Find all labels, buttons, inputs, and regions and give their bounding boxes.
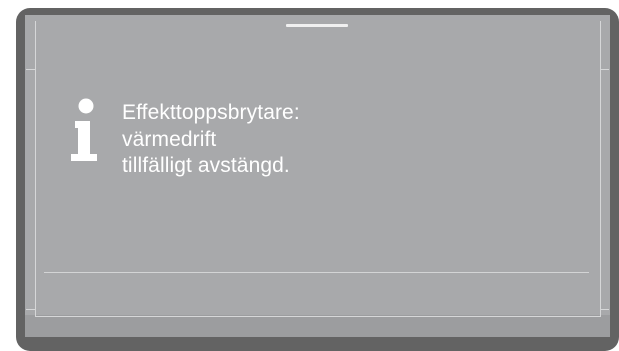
info-icon — [66, 98, 106, 164]
display-screen: Effekttoppsbrytare: värmedrift tillfälli… — [25, 15, 610, 337]
frame-right-line — [600, 21, 601, 317]
frame-tick-bottom-right — [600, 309, 609, 310]
message-line-3: tillfälligt avstängd. — [122, 154, 290, 177]
dialog-message: Effekttoppsbrytare: värmedrift tillfälli… — [122, 100, 300, 180]
message-line-1: Effekttoppsbrytare: — [122, 101, 300, 124]
frame-bottom-line — [35, 316, 601, 317]
message-line-2: värmedrift — [122, 127, 217, 151]
top-handle — [286, 24, 348, 27]
screen-bottom-band — [25, 315, 610, 337]
content-divider — [44, 272, 589, 273]
frame-tick-top-left — [26, 69, 35, 70]
device-bezel: Effekttoppsbrytare: värmedrift tillfälli… — [16, 8, 619, 351]
frame-tick-bottom-left — [26, 309, 35, 310]
frame-tick-top-right — [600, 69, 609, 70]
frame-left-line — [35, 21, 36, 317]
